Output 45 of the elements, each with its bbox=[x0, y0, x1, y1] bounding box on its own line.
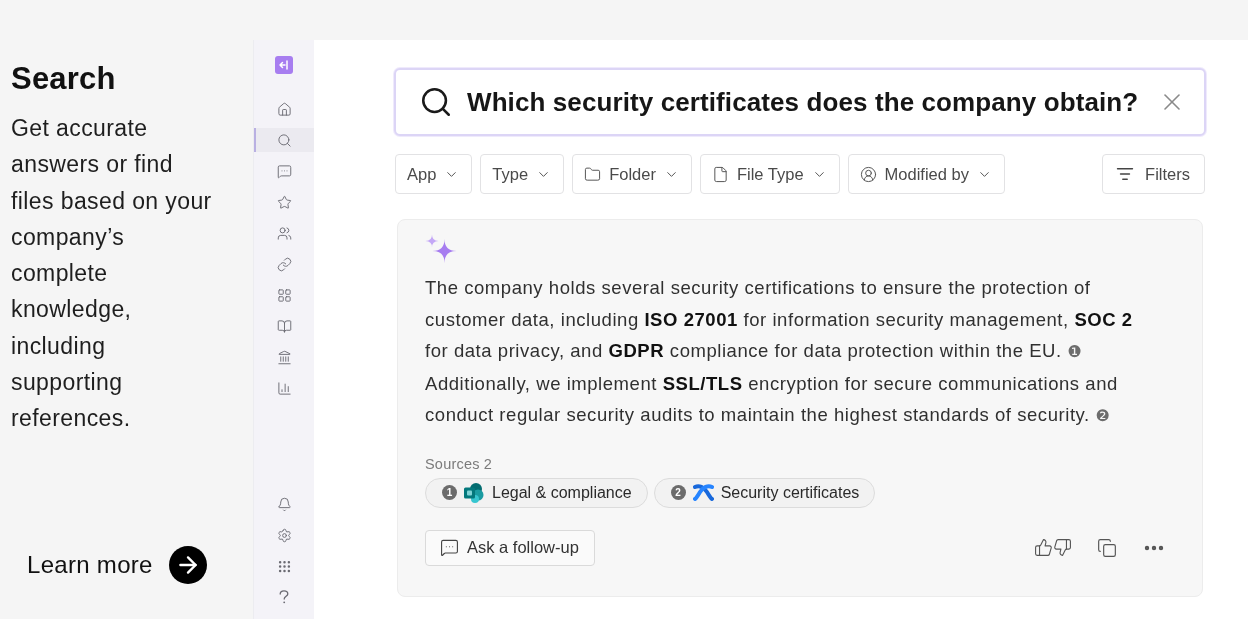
filter-dropdown[interactable]: File Type bbox=[699, 154, 840, 194]
search-icon bbox=[419, 85, 453, 119]
link-icon bbox=[276, 256, 292, 272]
follow-up-button[interactable]: Ask a follow-up bbox=[425, 529, 595, 566]
home-icon bbox=[276, 101, 292, 117]
file-icon bbox=[711, 165, 729, 183]
source-number: 1 bbox=[442, 485, 457, 500]
filter-dropdown[interactable]: Modified by bbox=[847, 154, 1005, 194]
source-chip[interactable]: 2 Security certificates bbox=[653, 477, 876, 508]
sources-label: Sources 2 bbox=[425, 455, 493, 472]
book-icon bbox=[276, 318, 292, 334]
arrow-right-icon bbox=[168, 546, 207, 584]
filters-button[interactable]: Filters bbox=[1102, 154, 1205, 194]
help-icon[interactable] bbox=[279, 590, 289, 604]
filter-dropdown[interactable]: Folder bbox=[572, 154, 692, 194]
circles-logo-icon bbox=[464, 482, 485, 503]
source-chip[interactable]: 1 Legal & compliance bbox=[425, 477, 648, 508]
learn-more-link[interactable]: Learn more bbox=[27, 546, 207, 584]
settings-icon[interactable] bbox=[276, 528, 292, 543]
apps-grid-icon[interactable] bbox=[276, 559, 292, 574]
thumbs-up-icon[interactable] bbox=[1034, 538, 1053, 557]
search-icon bbox=[276, 132, 292, 148]
folder-icon bbox=[584, 165, 602, 183]
collapse-icon[interactable] bbox=[275, 56, 293, 74]
star-icon bbox=[276, 194, 292, 210]
bell-icon[interactable] bbox=[276, 497, 292, 512]
user-circle-icon bbox=[859, 165, 877, 183]
filter-dropdown[interactable]: Type bbox=[480, 154, 565, 194]
cross-logo-icon bbox=[692, 482, 714, 503]
bar-chart-icon bbox=[276, 380, 292, 396]
search-field[interactable]: Which security certificates does the company obtain? bbox=[394, 68, 1206, 136]
users-icon bbox=[276, 225, 292, 241]
filter-icon bbox=[1116, 165, 1135, 183]
section-description: Get accurate answers or find files based on your company’s complete knowledge, including supporting references. bbox=[11, 114, 213, 434]
building-icon bbox=[276, 349, 292, 365]
sidebar-nav-button[interactable] bbox=[254, 128, 314, 152]
answer-text: The company holds several security certifications to ensure the protection of customer data, including ISO 27001 for information security management, SOC 2 for data privacy, and GDPR compliance for data protection within the EU. ❶ Additionally, we implement SSL/TLS encryption for secure communications and conduct regular security audits to maintain the highest standards of security. ❷ bbox=[425, 276, 1134, 427]
grid-icon bbox=[276, 287, 292, 303]
source-number: 2 bbox=[670, 485, 686, 500]
section-title: Search bbox=[11, 60, 117, 98]
thumbs-down-icon[interactable] bbox=[1053, 538, 1072, 557]
filter-dropdown[interactable]: App bbox=[395, 154, 473, 194]
chat-icon bbox=[276, 163, 292, 179]
copy-icon[interactable] bbox=[1097, 537, 1117, 558]
chat-icon bbox=[440, 538, 459, 557]
